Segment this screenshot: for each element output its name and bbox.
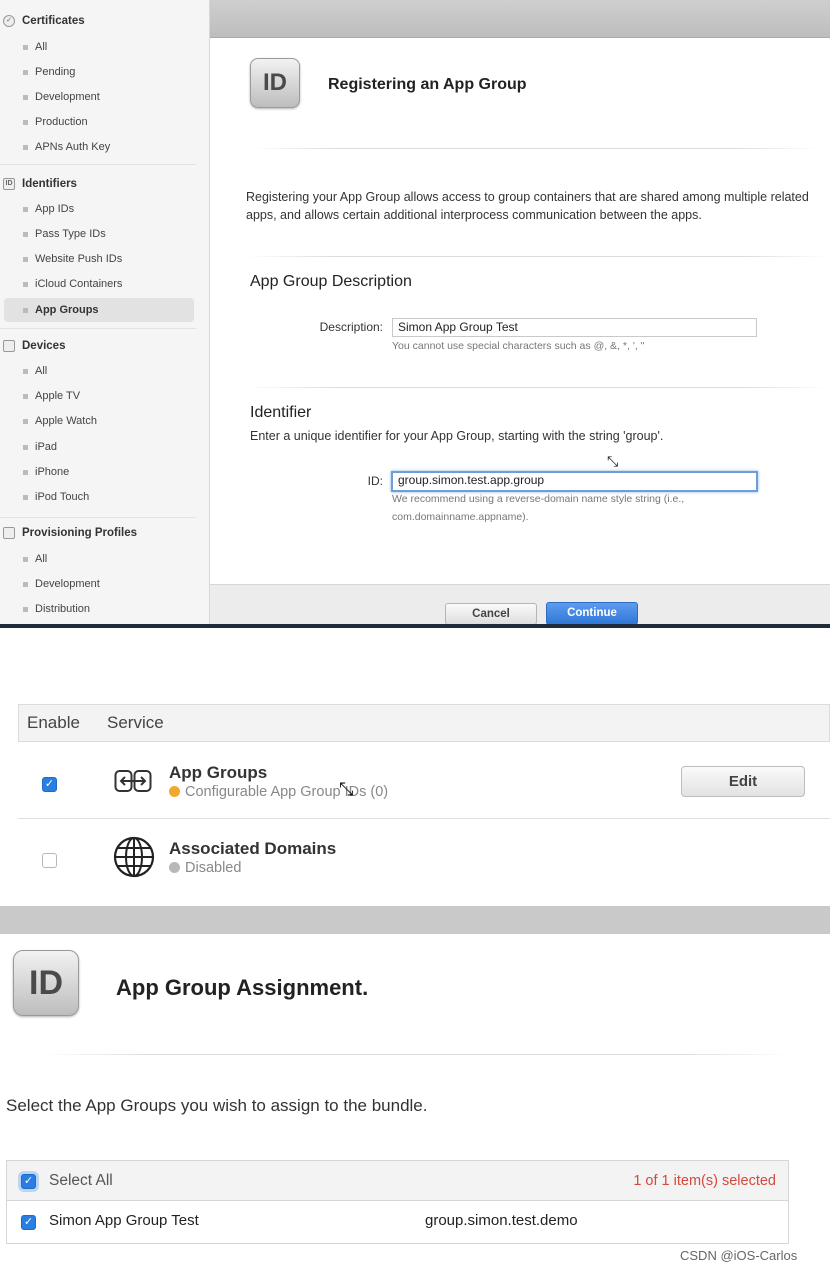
select-all-checkbox[interactable]: ✓ [21,1174,36,1189]
id-badge-icon: ID [250,58,300,108]
sidebar-divider [0,517,196,518]
app-group-identifier: group.simon.test.demo [425,1212,578,1229]
identifier-heading: Identifier [250,404,312,421]
sidebar-item-app-ids[interactable]: App IDs [4,197,194,221]
divider [246,387,830,388]
sidebar-item-certificates-development[interactable]: Development [4,85,194,109]
status-dot-icon [169,862,180,873]
id-field[interactable]: group.simon.test.app.group [391,471,758,492]
top-bar [210,0,830,38]
divider [246,256,830,257]
watermark: CSDN @iOS-Carlos [680,1248,798,1263]
description-label: Description: [319,320,383,334]
device-icon [3,340,15,352]
column-header-service: Service [107,713,164,732]
sidebar-item-profiles-development[interactable]: Development [4,572,194,596]
identifier-subtext: Enter a unique identifier for your App G… [250,429,664,443]
sidebar-divider [0,164,196,165]
associated-domains-checkbox[interactable] [42,853,57,868]
app-group-name: Simon App Group Test [49,1212,199,1229]
sidebar-heading-identifiers[interactable]: ID Identifiers [0,173,200,195]
sidebar-heading-provisioning-profiles[interactable]: Provisioning Profiles [0,522,200,544]
select-all-label[interactable]: Select All [49,1172,113,1190]
sidebar-item-pass-type-ids[interactable]: Pass Type IDs [4,222,194,246]
sidebar-item-pending[interactable]: Pending [4,60,194,84]
sidebar-item-apple-tv[interactable]: Apple TV [4,384,194,408]
app-groups-checkbox[interactable]: ✓ [42,777,57,792]
row-divider [18,818,830,819]
sidebar-item-ipad[interactable]: iPad [4,435,194,459]
edit-button[interactable]: Edit [681,766,805,797]
table-header: Enable Service [18,704,830,742]
resize-cursor-icon: ⤡ [607,453,619,469]
sidebar-item-ipod-touch[interactable]: iPod Touch [4,485,194,509]
id-hint-line-1: We recommend using a reverse-domain name… [392,493,685,505]
continue-button[interactable]: Continue [546,602,638,625]
sidebar-item-icloud-containers[interactable]: iCloud Containers [4,272,194,296]
column-header-enable: Enable [27,713,80,732]
document-icon [3,527,15,539]
status-dot-icon [169,786,180,797]
intro-text: Select the App Groups you wish to assign… [6,1096,428,1115]
register-app-group-screen: ✓ Certificates All Pending Development P… [0,0,830,628]
app-groups-table: ✓ Select All 1 of 1 item(s) selected ✓ S… [6,1160,789,1244]
sidebar-item-apple-watch[interactable]: Apple Watch [4,409,194,433]
sidebar-item-certificates-all[interactable]: All [4,35,194,59]
divider [0,624,830,628]
table-header: ✓ Select All 1 of 1 item(s) selected [7,1161,788,1201]
divider-band [0,906,830,934]
associated-domains-name: Associated Domains [169,839,337,858]
page-title: Registering an App Group [328,76,527,93]
associated-domains-status: Disabled [169,860,241,876]
register-form: ID Registering an App Group Registering … [210,38,830,584]
page-title: App Group Assignment. [116,975,369,1000]
intro-text: Registering your App Group allows access… [246,190,809,222]
id-hint-line-2: com.domainname.appname). [392,511,529,523]
id-label: ID: [367,474,383,488]
description-field[interactable]: Simon App Group Test [392,318,757,337]
app-groups-icon [114,770,152,792]
globe-icon [113,836,155,878]
id-icon: ID [3,178,15,190]
sidebar-heading-certificates[interactable]: ✓ Certificates [0,10,200,32]
app-groups-name: App Groups [169,763,268,782]
sidebar-item-profiles-all[interactable]: All [4,547,194,571]
sidebar-heading-devices[interactable]: Devices [0,335,200,357]
selected-count: 1 of 1 item(s) selected [633,1173,776,1189]
description-hint: You cannot use special characters such a… [392,340,645,352]
services-table: Enable Service ✓ App Groups Configurable… [18,704,830,904]
cancel-button[interactable]: Cancel [445,603,537,625]
id-badge-icon: ID [13,950,79,1016]
resize-cursor-icon: ⤡ [339,779,354,799]
certificate-icon: ✓ [3,15,15,27]
app-group-checkbox[interactable]: ✓ [21,1215,36,1230]
divider [40,1054,790,1055]
sidebar-item-website-push-ids[interactable]: Website Push IDs [4,247,194,271]
sidebar-item-devices-all[interactable]: All [4,359,194,383]
form-footer: Cancel Continue [210,584,830,625]
sidebar-item-distribution[interactable]: Distribution [4,597,194,621]
description-heading: App Group Description [250,273,412,290]
sidebar-item-app-groups[interactable]: App Groups [4,298,194,322]
sidebar-item-production[interactable]: Production [4,110,194,134]
sidebar-divider [0,328,196,329]
divider [250,148,820,149]
app-groups-status: Configurable App Group IDs (0) [169,784,388,800]
sidebar: ✓ Certificates All Pending Development P… [0,0,210,624]
sidebar-item-apns-auth-key[interactable]: APNs Auth Key [4,135,194,159]
sidebar-item-iphone[interactable]: iPhone [4,460,194,484]
